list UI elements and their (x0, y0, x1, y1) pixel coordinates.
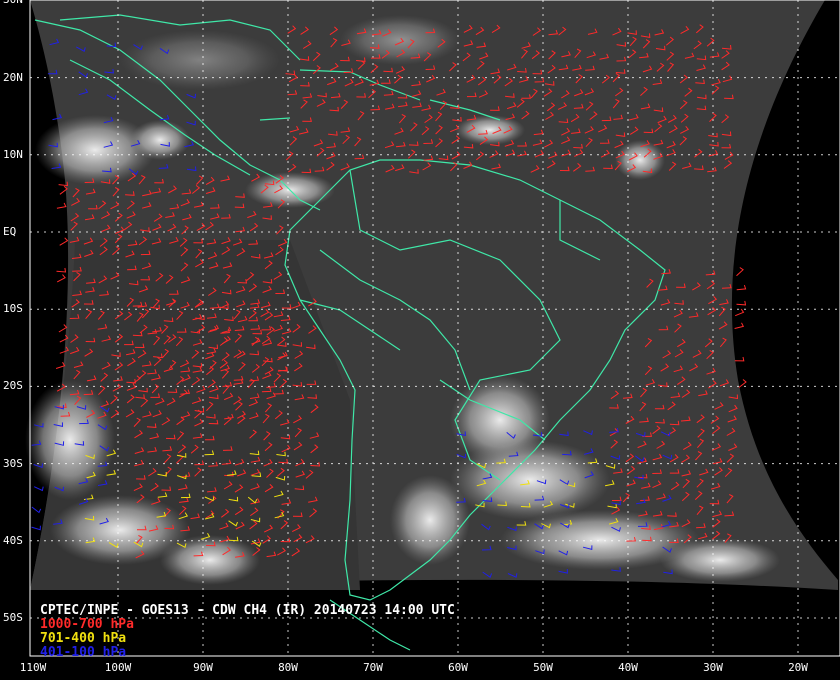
lon-label: 110W (19, 661, 47, 674)
wind-barb (31, 506, 42, 514)
lat-label: 30N (3, 0, 23, 6)
map-title: CPTEC/INPE - GOES13 - CDW CH4 (IR) 20140… (40, 603, 455, 618)
wind-barb (55, 361, 66, 369)
lon-label: 20W (788, 661, 808, 674)
lon-label: 30W (703, 661, 723, 674)
wind-barb (736, 267, 744, 277)
lat-label: 50S (3, 611, 23, 624)
lat-label: 10N (3, 147, 23, 161)
lon-label: 70W (363, 661, 383, 674)
wind-barb (736, 284, 747, 291)
wind-barb (59, 237, 69, 246)
lon-label: 50W (533, 661, 553, 674)
lat-label: 20N (3, 70, 23, 84)
lon-label: 90W (193, 661, 213, 674)
wind-barb (56, 202, 67, 209)
wind-barb (736, 300, 747, 306)
legend-low: 1000-700 hPa (40, 617, 134, 632)
lat-label: EQ (3, 225, 17, 238)
lat-label: 40S (3, 533, 23, 547)
legend-high: 401-100 hPa (40, 645, 127, 660)
wind-barb (735, 308, 745, 317)
wind-barb (56, 267, 67, 273)
lat-label: 30S (3, 456, 23, 470)
lat-label: 20S (3, 379, 23, 393)
wind-barb (734, 322, 745, 329)
legend-mid: 701-400 hPa (40, 631, 127, 646)
lon-label: 100W (104, 661, 132, 674)
satellite-wind-map (25, 0, 840, 657)
lon-label: 80W (278, 661, 298, 674)
wind-barb (58, 324, 68, 333)
wind-barb (33, 486, 44, 492)
wind-barb (56, 274, 66, 283)
lat-label: 10S (3, 302, 23, 316)
wind-barb (734, 356, 745, 362)
lon-label: 60W (448, 661, 468, 674)
lon-label: 40W (618, 661, 638, 674)
wind-barb (31, 525, 41, 531)
